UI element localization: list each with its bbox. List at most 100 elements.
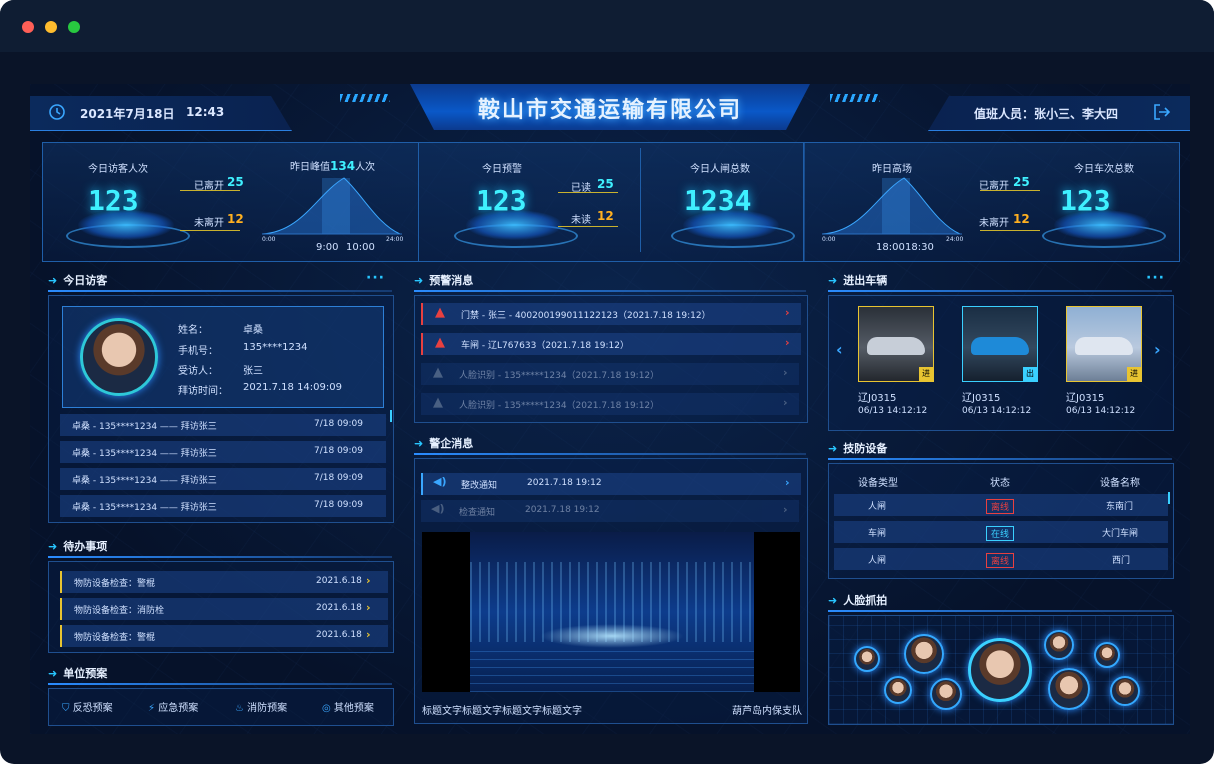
chevron-right-icon[interactable]: › <box>785 336 790 349</box>
plan-emergency[interactable]: ⚡ 应急预案 <box>148 699 198 714</box>
video-frame <box>470 532 754 692</box>
vehicle-photo[interactable]: 出 <box>962 306 1038 382</box>
face-thumbnail[interactable] <box>1044 630 1074 660</box>
logout-icon[interactable] <box>1152 102 1172 122</box>
face-thumbnail[interactable] <box>854 646 880 672</box>
warning-row[interactable]: ▲ 车闸 - 辽L767633（2021.7.18 19:12） › <box>421 333 801 355</box>
chevron-right-icon[interactable]: › <box>783 396 788 409</box>
visitor-row[interactable]: 卓桑 - 135****1234 —— 拜访张三 7/18 09:09 <box>60 441 386 463</box>
shield-icon: ⛉ <box>62 703 70 714</box>
car-icon <box>971 337 1029 355</box>
warning-row[interactable]: ▲ 门禁 - 张三 - 400200199011122123（2021.7.18 … <box>421 303 801 325</box>
police-time: 2021.7.18 19:12 <box>525 505 600 515</box>
todo-row[interactable]: 物防设备检查：警棍 2021.6.18 › <box>60 571 388 593</box>
vehicle-peak-label: 昨日高场 <box>872 164 912 175</box>
section-underline <box>48 556 392 558</box>
plan-label: 消防预案 <box>247 703 288 714</box>
police-row[interactable]: ◀) 检查通知 2021.7.18 19:12 › <box>421 500 799 522</box>
chevron-right-icon[interactable]: › <box>1154 340 1161 359</box>
section-title: 单位预案 <box>63 667 108 680</box>
vehicle-photo[interactable]: 进 <box>858 306 934 382</box>
todo-row-date: 2021.6.18 <box>316 630 362 640</box>
plan-fire[interactable]: ♨ 消防预案 <box>235 699 287 714</box>
dashboard: 鞍山市交通运输有限公司 2021年7月18日 12:43 值班人员：张小三、李大… <box>30 84 1190 734</box>
scrollbar[interactable] <box>390 410 392 422</box>
video-player[interactable] <box>422 532 800 692</box>
device-name: 东南门 <box>1106 502 1134 512</box>
plan-anti-terror[interactable]: ⛉ 反恐预案 <box>62 699 113 714</box>
axis-start: 0:00 <box>262 236 276 243</box>
visitor-avatar <box>80 318 158 396</box>
visitor-row[interactable]: 卓桑 - 135****1234 —— 拜访张三 7/18 09:09 <box>60 495 386 517</box>
section-title: 待办事项 <box>63 540 108 553</box>
device-row[interactable]: 人闸 离线 西门 <box>834 548 1168 570</box>
plan-other[interactable]: ◎ 其他预案 <box>322 699 374 714</box>
police-label: 整改通知 <box>461 481 498 491</box>
name-value: 卓桑 <box>243 325 263 336</box>
device-name: 西门 <box>1112 556 1131 566</box>
visitor-row-text: 卓桑 - 135****1234 —— 拜访张三 <box>72 476 217 486</box>
face-thumbnail[interactable] <box>1110 676 1140 706</box>
vehicle-left-value: 25 <box>1013 175 1030 189</box>
warning-row[interactable]: ▲ 人脸识别 - 135*****1234（2021.7.18 19:12） › <box>421 363 799 385</box>
chevron-left-icon[interactable]: ‹ <box>836 340 843 359</box>
header-decoration <box>830 94 880 102</box>
device-row[interactable]: 人闸 离线 东南门 <box>834 494 1168 516</box>
scrollbar[interactable] <box>1168 492 1170 504</box>
plan-label: 其他预案 <box>333 703 374 714</box>
maximize-window-button[interactable] <box>68 21 80 33</box>
vehicle-photo[interactable]: 进 <box>1066 306 1142 382</box>
police-row[interactable]: ◀) 整改通知 2021.7.18 19:12 › <box>421 473 801 495</box>
visitor-row[interactable]: 卓桑 - 135****1234 —— 拜访张三 7/18 09:09 <box>60 414 386 436</box>
chevron-right-icon[interactable]: › <box>785 476 790 489</box>
peak-value: 134 <box>330 159 356 173</box>
device-row[interactable]: 车闸 在线 大门车闸 <box>834 521 1168 543</box>
alert-read-value: 25 <box>597 177 614 191</box>
warning-text: 门禁 - 张三 - 400200199011122123（2021.7.18 1… <box>461 311 711 321</box>
todo-row[interactable]: 物防设备检查：消防栓 2021.6.18 › <box>60 598 388 620</box>
face-thumbnail[interactable] <box>1094 642 1120 668</box>
close-window-button[interactable] <box>22 21 34 33</box>
section-vehicles: ➜ 进出车辆 <box>828 274 888 287</box>
device-type: 人闸 <box>868 556 887 566</box>
face-thumbnail[interactable] <box>1048 668 1090 710</box>
video-caption: 标题文字标题文字标题文字标题文字 <box>422 706 582 717</box>
alert-count-label: 今日预警 <box>482 164 522 175</box>
chevron-right-icon[interactable]: › <box>366 628 371 641</box>
more-button[interactable]: ··· <box>366 270 385 286</box>
host-label: 受访人： <box>178 366 218 377</box>
todo-row[interactable]: 物防设备检查：警棍 2021.6.18 › <box>60 625 388 647</box>
section-faces: ➜ 人脸抓拍 <box>828 594 888 607</box>
todo-row-text: 物防设备检查：警棍 <box>74 579 156 589</box>
peak-suffix: 人次 <box>355 162 376 173</box>
status-badge: 离线 <box>986 553 1015 568</box>
video-source: 葫芦岛内保支队 <box>732 706 802 717</box>
face-thumbnail[interactable] <box>884 676 912 704</box>
device-type: 人闸 <box>868 502 887 512</box>
more-button[interactable]: ··· <box>1146 270 1165 286</box>
axis-end: 24:00 <box>946 236 964 243</box>
header-decoration <box>340 94 390 102</box>
section-title: 今日访客 <box>63 274 108 287</box>
car-icon <box>1075 337 1133 355</box>
face-thumbnail[interactable] <box>930 678 962 710</box>
chevron-right-icon[interactable]: › <box>366 601 371 614</box>
status-badge: 离线 <box>986 499 1015 514</box>
chevron-right-icon[interactable]: › <box>785 306 790 319</box>
divider <box>640 148 641 252</box>
face-thumbnail[interactable] <box>904 634 944 674</box>
warning-icon: ▲ <box>435 335 445 350</box>
police-time: 2021.7.18 19:12 <box>527 478 602 488</box>
speaker-icon: ◀) <box>431 502 445 515</box>
chevron-right-icon[interactable]: › <box>783 366 788 379</box>
header-time: 12:43 <box>186 105 225 119</box>
visitor-row[interactable]: 卓桑 - 135****1234 —— 拜访张三 7/18 09:09 <box>60 468 386 490</box>
minimize-window-button[interactable] <box>45 21 57 33</box>
warning-row[interactable]: ▲ 人脸识别 - 135*****1234（2021.7.18 19:12） › <box>421 393 799 415</box>
chevron-right-icon[interactable]: › <box>366 574 371 587</box>
chevron-right-icon[interactable]: › <box>783 503 788 516</box>
todo-row-text: 物防设备检查：警棍 <box>74 633 156 643</box>
visitor-notleft-label: 未离开 <box>194 218 224 229</box>
axis-end: 24:00 <box>386 236 404 243</box>
face-thumbnail-featured[interactable] <box>968 638 1032 702</box>
